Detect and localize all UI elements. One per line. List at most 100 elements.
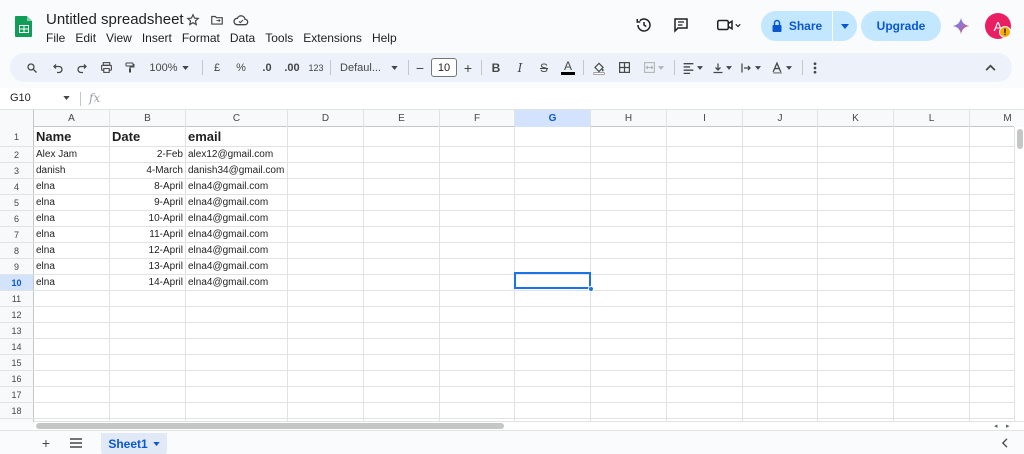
grid-cell[interactable] bbox=[515, 355, 591, 370]
grid-cell[interactable] bbox=[288, 259, 364, 274]
grid-cell[interactable] bbox=[110, 323, 186, 338]
row-header[interactable]: 11 bbox=[0, 291, 34, 306]
grid-cell[interactable] bbox=[818, 259, 894, 274]
add-sheet-icon[interactable]: + bbox=[38, 435, 54, 451]
borders-icon[interactable] bbox=[614, 57, 634, 78]
grid-cell[interactable] bbox=[591, 339, 667, 354]
grid-cell[interactable] bbox=[364, 403, 440, 418]
grid-cell[interactable] bbox=[818, 387, 894, 402]
grid-cell[interactable] bbox=[515, 243, 591, 258]
grid-cell[interactable] bbox=[440, 147, 515, 162]
grid-cell[interactable] bbox=[818, 339, 894, 354]
grid-cell[interactable]: danish bbox=[34, 163, 110, 178]
column-header-m[interactable]: M bbox=[970, 110, 1014, 127]
menu-file[interactable]: File bbox=[41, 30, 70, 46]
grid-cell[interactable] bbox=[591, 163, 667, 178]
grid-cell[interactable]: elna4@gmail.com bbox=[186, 211, 288, 226]
grid-cell[interactable] bbox=[667, 147, 743, 162]
grid-cell[interactable]: email bbox=[186, 127, 288, 146]
name-box-dropdown-icon[interactable] bbox=[63, 92, 70, 102]
collapse-toolbar-icon[interactable] bbox=[980, 57, 1000, 78]
grid-cell[interactable] bbox=[34, 307, 110, 322]
upgrade-button[interactable]: Upgrade bbox=[861, 11, 941, 41]
grid-cell[interactable]: 14-April bbox=[110, 275, 186, 290]
grid-cell[interactable] bbox=[970, 163, 1014, 178]
row-header[interactable]: 6 bbox=[0, 211, 34, 226]
grid-cell[interactable] bbox=[970, 307, 1014, 322]
grid-cell[interactable] bbox=[288, 275, 364, 290]
grid-cell[interactable] bbox=[970, 259, 1014, 274]
column-header-a[interactable]: A bbox=[34, 110, 110, 127]
grid-cell[interactable] bbox=[288, 403, 364, 418]
grid-cell[interactable]: elna bbox=[34, 211, 110, 226]
grid-cell[interactable] bbox=[110, 403, 186, 418]
grid-cell[interactable] bbox=[894, 371, 970, 386]
star-icon[interactable] bbox=[185, 12, 201, 28]
grid-cell[interactable] bbox=[364, 275, 440, 290]
collapse-sidebar-icon[interactable] bbox=[996, 435, 1012, 451]
column-header-l[interactable]: L bbox=[894, 110, 970, 127]
grid-cell[interactable] bbox=[591, 227, 667, 242]
grid-cell[interactable] bbox=[818, 211, 894, 226]
grid-cell[interactable] bbox=[743, 387, 818, 402]
grid-cell[interactable]: 11-April bbox=[110, 227, 186, 242]
grid-cell[interactable] bbox=[515, 323, 591, 338]
grid-cell[interactable] bbox=[34, 355, 110, 370]
grid-cell[interactable] bbox=[288, 291, 364, 306]
grid-cell[interactable] bbox=[667, 323, 743, 338]
merge-cells-icon[interactable] bbox=[638, 57, 668, 78]
grid-cell[interactable]: 13-April bbox=[110, 259, 186, 274]
sheets-logo-icon[interactable] bbox=[12, 14, 36, 38]
grid-cell[interactable] bbox=[34, 323, 110, 338]
grid-cell[interactable] bbox=[970, 179, 1014, 194]
grid-cell[interactable] bbox=[440, 127, 515, 146]
row-header[interactable]: 15 bbox=[0, 355, 34, 370]
grid-cell[interactable] bbox=[667, 179, 743, 194]
grid-cell[interactable] bbox=[186, 323, 288, 338]
menu-view[interactable]: View bbox=[101, 30, 137, 46]
grid-cell[interactable] bbox=[667, 371, 743, 386]
grid-cell[interactable] bbox=[186, 291, 288, 306]
grid-cell[interactable] bbox=[667, 275, 743, 290]
column-header-b[interactable]: B bbox=[110, 110, 186, 127]
grid-cell[interactable] bbox=[818, 323, 894, 338]
grid-cell[interactable] bbox=[591, 323, 667, 338]
grid-cell[interactable] bbox=[364, 179, 440, 194]
increase-font-size-button[interactable]: + bbox=[461, 57, 475, 78]
grid-cell[interactable]: danish34@gmail.com bbox=[186, 163, 288, 178]
grid-cell[interactable] bbox=[591, 259, 667, 274]
grid-cell[interactable] bbox=[894, 387, 970, 402]
grid-cell[interactable] bbox=[970, 291, 1014, 306]
row-header[interactable]: 3 bbox=[0, 163, 34, 178]
grid-cell[interactable] bbox=[743, 211, 818, 226]
grid-cell[interactable] bbox=[591, 195, 667, 210]
grid-cell[interactable] bbox=[818, 403, 894, 418]
vertical-scroll-thumb[interactable] bbox=[1017, 129, 1023, 149]
version-history-icon[interactable] bbox=[634, 15, 654, 35]
grid-cell[interactable] bbox=[818, 355, 894, 370]
grid-cell[interactable] bbox=[364, 127, 440, 146]
grid-cell[interactable]: 8-April bbox=[110, 179, 186, 194]
grid-cell[interactable]: elna4@gmail.com bbox=[186, 227, 288, 242]
grid-cell[interactable] bbox=[364, 291, 440, 306]
grid-cell[interactable] bbox=[34, 291, 110, 306]
grid-cell[interactable] bbox=[288, 195, 364, 210]
grid-cell[interactable] bbox=[743, 127, 818, 146]
column-header-i[interactable]: I bbox=[667, 110, 743, 127]
row-header[interactable]: 10 bbox=[0, 275, 34, 290]
scroll-left-icon[interactable]: ◂ bbox=[994, 422, 1002, 430]
grid-cell[interactable] bbox=[186, 355, 288, 370]
grid-cell[interactable]: 10-April bbox=[110, 211, 186, 226]
grid-cell[interactable] bbox=[743, 227, 818, 242]
horizontal-scroll-thumb[interactable] bbox=[36, 423, 504, 429]
grid-cell[interactable] bbox=[288, 355, 364, 370]
grid-cell[interactable]: elna bbox=[34, 195, 110, 210]
grid-cell[interactable] bbox=[34, 371, 110, 386]
grid-cell[interactable]: elna bbox=[34, 179, 110, 194]
scroll-right-icon[interactable]: ▸ bbox=[1006, 422, 1014, 430]
grid-cell[interactable] bbox=[970, 371, 1014, 386]
grid-cell[interactable] bbox=[591, 355, 667, 370]
grid-cell[interactable] bbox=[591, 243, 667, 258]
format-percent-button[interactable]: % bbox=[232, 57, 250, 78]
grid-cell[interactable]: elna4@gmail.com bbox=[186, 243, 288, 258]
